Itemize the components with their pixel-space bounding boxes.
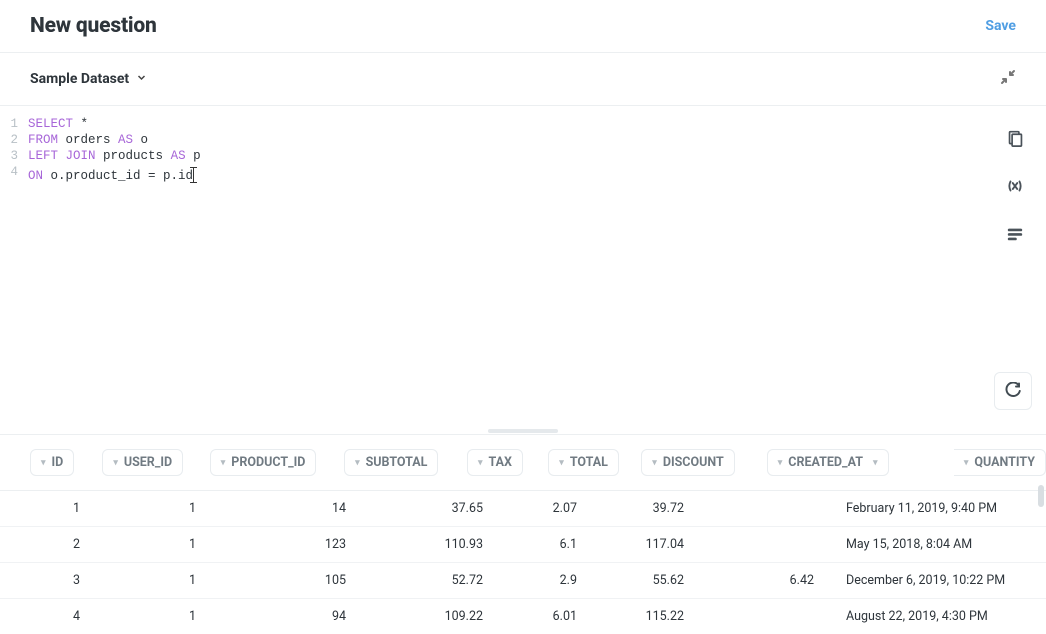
chevron-down-icon: ▾ (652, 458, 657, 468)
editor-gutter: 1234 (10, 116, 28, 180)
chevron-down-icon: ▾ (41, 458, 46, 468)
table-row[interactable]: 4194109.226.01115.22August 22, 2019, 4:3… (0, 598, 1046, 634)
chevron-down-icon: ▾ (113, 458, 118, 468)
header-bar: New question Save (0, 0, 1046, 53)
table-row[interactable]: 3110552.722.955.626.42December 6, 2019, … (0, 562, 1046, 598)
dataset-selector[interactable]: Sample Dataset (30, 71, 146, 87)
snippets-icon[interactable] (1007, 130, 1024, 151)
column-header-subtotal[interactable]: ▾SUBTOTAL (344, 449, 438, 476)
scrollbar-thumb[interactable] (1038, 485, 1044, 507)
column-header-product-id[interactable]: ▾PRODUCT_ID (210, 449, 317, 476)
table-row[interactable]: 21123110.936.1117.04May 15, 2018, 8:04 A… (0, 526, 1046, 562)
column-header-id[interactable]: ▾ID (30, 449, 74, 476)
editor-side-actions (1006, 130, 1024, 247)
chevron-down-icon: ▾ (559, 458, 564, 468)
column-header-user-id[interactable]: ▾USER_ID (102, 449, 183, 476)
column-header-created-at[interactable]: ▾CREATED_AT▾ (767, 449, 889, 476)
editor-code[interactable]: SELECT *FROM orders AS oLEFT JOIN produc… (28, 116, 201, 180)
chevron-down-icon (137, 73, 146, 85)
chevron-down-icon: ▾ (778, 458, 783, 468)
column-header-quantity[interactable]: ▾QUANTITY (954, 449, 1046, 476)
scrollbar[interactable] (1038, 485, 1044, 585)
reference-icon[interactable] (1006, 225, 1024, 247)
save-button[interactable]: Save (985, 18, 1016, 34)
editor-area: 1234 SELECT *FROM orders AS oLEFT JOIN p… (0, 106, 1046, 428)
dataset-bar: Sample Dataset (0, 53, 1046, 106)
chevron-down-icon: ▾ (873, 458, 878, 468)
chevron-down-icon: ▾ (964, 458, 969, 468)
column-header-total[interactable]: ▾TOTAL (548, 449, 619, 476)
contract-icon[interactable] (1000, 69, 1016, 89)
table-body: 111437.652.0739.72February 11, 2019, 9:4… (0, 491, 1046, 634)
dataset-name: Sample Dataset (30, 71, 129, 87)
page-title: New question (30, 14, 157, 38)
variables-icon[interactable] (1006, 177, 1024, 199)
table-row[interactable]: 111437.652.0739.72February 11, 2019, 9:4… (0, 491, 1046, 526)
chevron-down-icon: ▾ (478, 458, 483, 468)
column-header-tax[interactable]: ▾TAX (467, 449, 523, 476)
run-query-button[interactable] (994, 372, 1032, 410)
table-header-row: ▾ID ▾USER_ID ▾PRODUCT_ID ▾SUBTOTAL ▾TAX … (0, 435, 1046, 491)
chevron-down-icon: ▾ (221, 458, 226, 468)
results-table: ▾ID ▾USER_ID ▾PRODUCT_ID ▾SUBTOTAL ▾TAX … (0, 434, 1046, 634)
column-header-discount[interactable]: ▾DISCOUNT (641, 449, 734, 476)
chevron-down-icon: ▾ (355, 458, 360, 468)
sql-editor[interactable]: 1234 SELECT *FROM orders AS oLEFT JOIN p… (0, 106, 1046, 180)
